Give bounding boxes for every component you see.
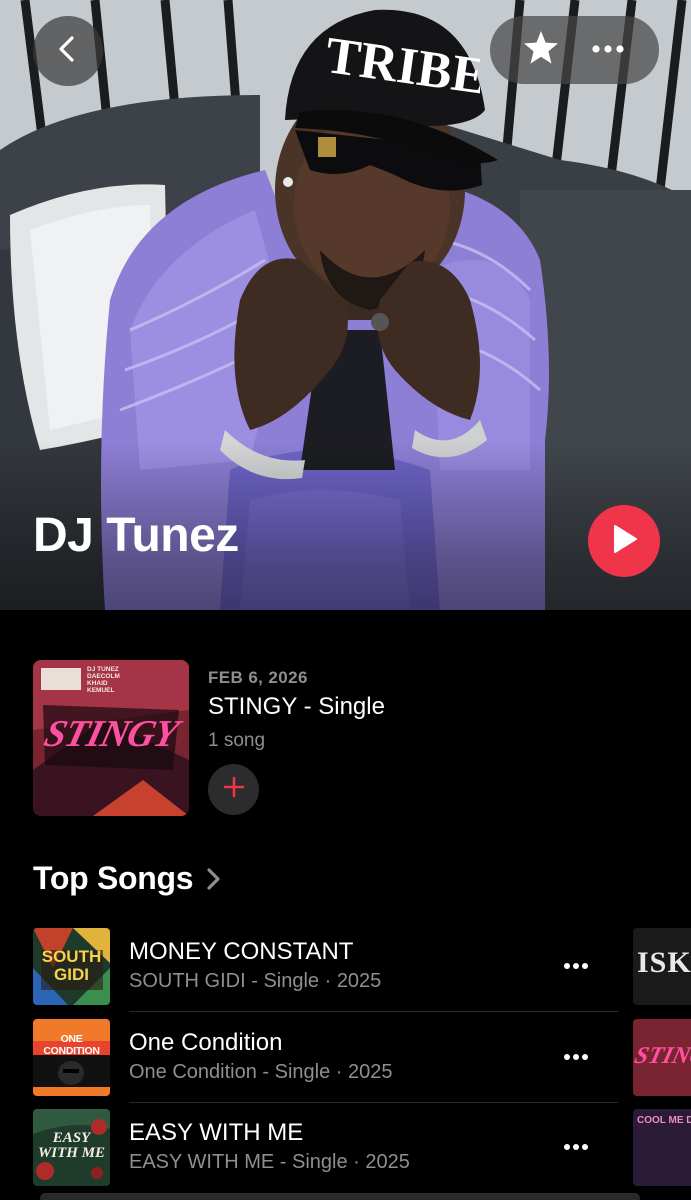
artist-page: TRIBE DJ Tunez DJ TUNEZ DAECOLM KHAID KE… [0,0,691,1200]
row-divider [129,1102,618,1103]
ellipsis-icon [563,957,589,975]
artwork-credit: KHAID [87,680,108,687]
song-more-button[interactable] [561,1045,591,1069]
star-icon [521,28,561,73]
add-to-library-button[interactable] [208,764,259,815]
next-column-song-artwork[interactable]: COOL ME DO [633,1109,691,1186]
artwork-credit: KEMUEL [87,687,115,694]
chevron-left-icon [55,35,81,68]
song-artwork-text: SOUTH GIDI [41,947,102,984]
plus-icon [223,776,245,803]
song-row[interactable]: ONE CONDITION One Condition One Conditio… [33,1019,618,1103]
song-subtitle: SOUTH GIDI - Single · 2025 [129,970,382,992]
latest-release[interactable]: DJ TUNEZ DAECOLM KHAID KEMUEL STINGY FEB… [33,660,658,820]
song-subtitle: One Condition - Single · 2025 [129,1061,393,1083]
song-artwork-text: ONE CONDITION [43,1033,100,1057]
release-song-count: 1 song [208,730,266,751]
ellipsis-icon [563,1048,589,1066]
song-artwork: ONE CONDITION [33,1019,110,1096]
release-artwork[interactable]: DJ TUNEZ DAECOLM KHAID KEMUEL STINGY [33,660,189,816]
next-column-song-artwork[interactable]: STINGY [633,1019,691,1096]
song-more-button[interactable] [561,954,591,978]
top-songs-header[interactable]: Top Songs [33,860,221,897]
release-date: FEB 6, 2026 [208,668,308,687]
svg-text:TRIBE: TRIBE [322,27,480,100]
peek-artwork-text: STINGY [633,1043,691,1069]
song-row[interactable]: SOUTH GIDI MONEY CONSTANT SOUTH GIDI - S… [33,928,618,1012]
artist-hero: TRIBE DJ Tunez [0,0,691,610]
song-artwork: EASY WITH ME [33,1109,110,1186]
artist-name: DJ Tunez [33,509,239,562]
chevron-right-icon [205,867,221,891]
peek-artwork-text: COOL ME DO [637,1115,691,1126]
next-column-song-artwork[interactable]: ISKAB [633,928,691,1005]
artwork-credit: DJ TUNEZ [87,666,119,673]
song-artwork-text: EASY WITH ME [37,1130,106,1161]
back-button[interactable] [33,16,103,86]
song-artwork: SOUTH GIDI [33,928,110,1005]
song-title: EASY WITH ME [129,1119,304,1146]
ellipsis-icon [591,41,625,59]
peek-artwork-text: ISKAB [637,946,691,979]
row-divider [129,1011,618,1012]
ellipsis-icon [563,1138,589,1156]
more-options-button[interactable] [586,28,630,72]
play-icon [609,523,639,560]
play-button[interactable] [588,505,660,577]
cap-logo-text: TRIBE [320,20,490,106]
song-row[interactable]: EASY WITH ME EASY WITH ME EASY WITH ME -… [33,1109,618,1189]
favorite-button[interactable] [519,28,563,72]
artwork-title: STINGY [40,713,182,755]
song-more-button[interactable] [561,1135,591,1159]
actions-pill [490,16,659,84]
top-songs-heading: Top Songs [33,860,194,896]
song-subtitle: EASY WITH ME - Single · 2025 [129,1151,410,1173]
mini-player-edge [40,1193,640,1200]
song-title: One Condition [129,1029,283,1056]
song-title: MONEY CONSTANT [129,938,354,965]
artwork-credit: DAECOLM [87,673,120,680]
release-title[interactable]: STINGY - Single [208,693,385,721]
